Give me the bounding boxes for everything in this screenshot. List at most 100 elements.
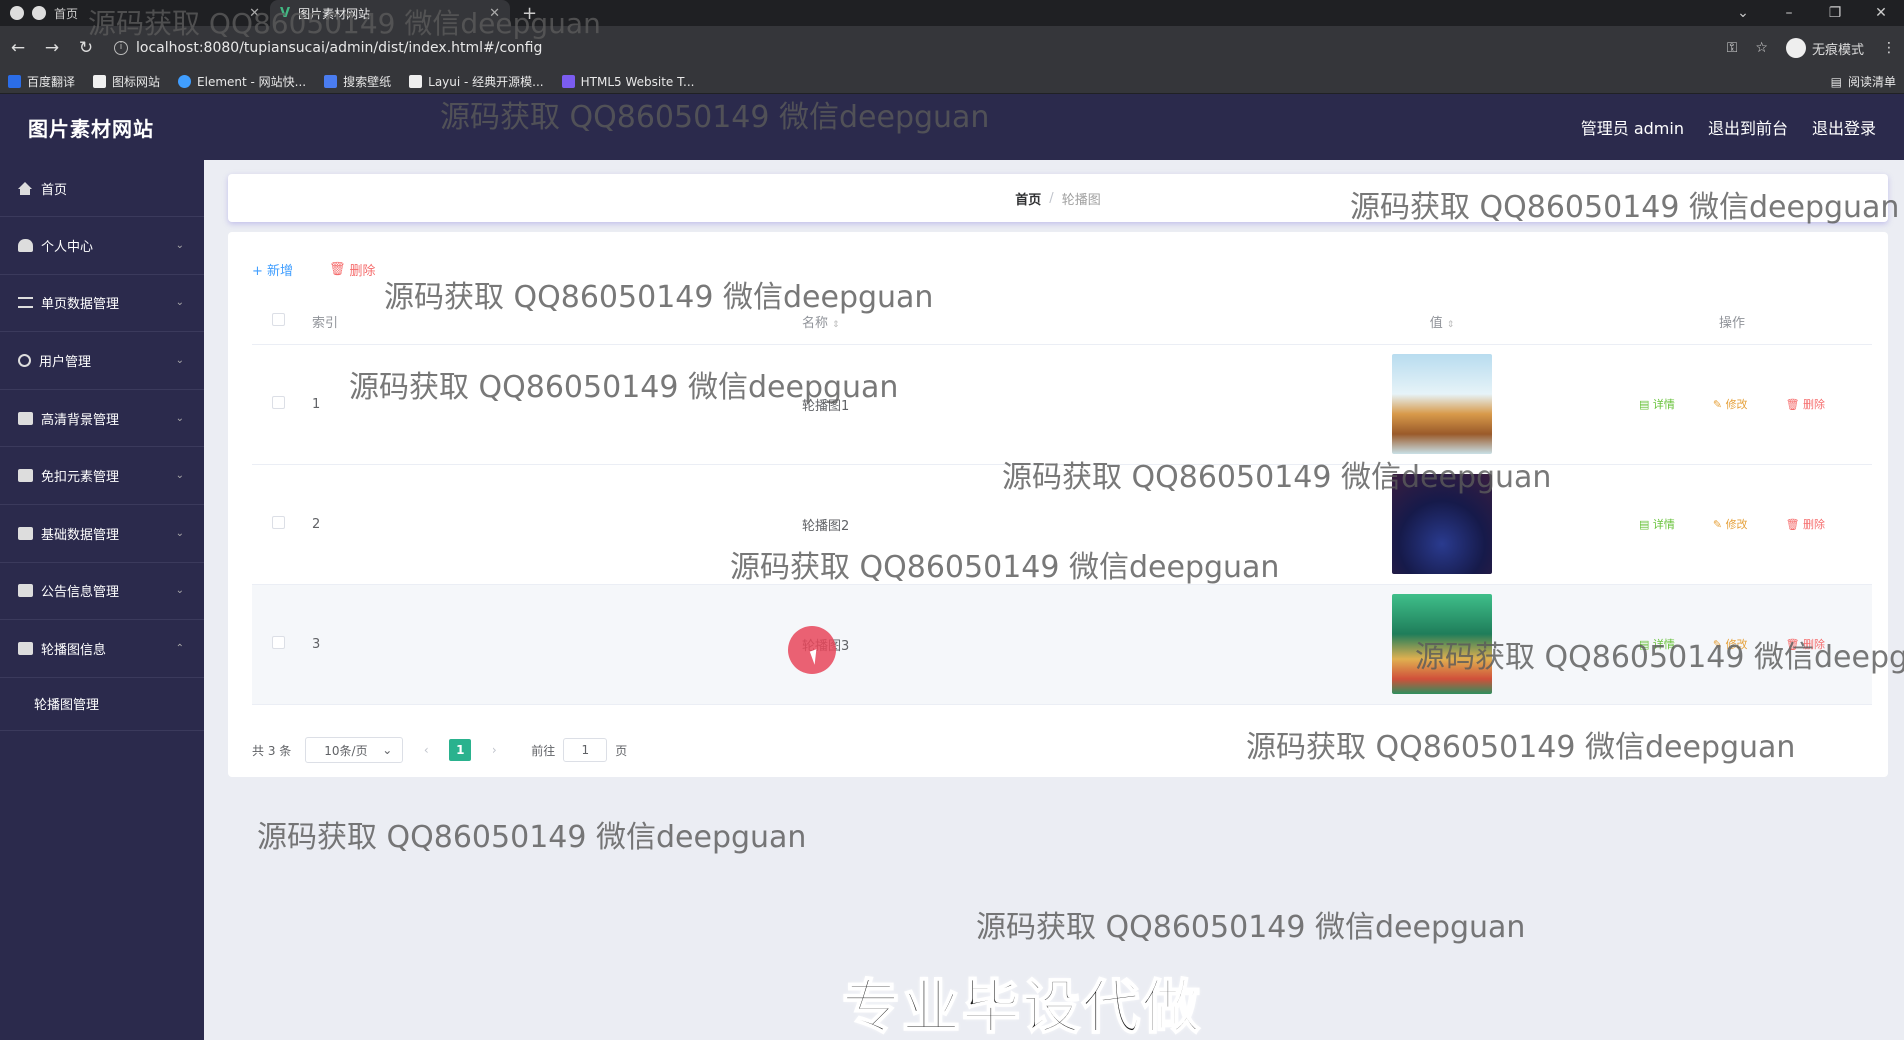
sidebar-item-elements[interactable]: 免扣元素管理 ⌄: [0, 447, 204, 505]
bookmark-item[interactable]: Element - 网站快...: [178, 73, 306, 90]
detail-button[interactable]: ▤ 详情: [1639, 396, 1675, 412]
header-value[interactable]: 值 ⇕: [1292, 300, 1592, 345]
chevron-down-icon: ⌄: [175, 354, 184, 366]
header-index: 索引: [312, 300, 742, 345]
sort-icon[interactable]: ⇕: [1447, 320, 1455, 330]
row-checkbox-cell: [252, 344, 312, 465]
new-tab-icon[interactable]: +: [510, 3, 549, 24]
next-page-icon[interactable]: ›: [485, 743, 503, 757]
detail-button[interactable]: ▤ 详情: [1639, 516, 1675, 532]
row-index: 3: [312, 584, 742, 705]
sidebar-item-home[interactable]: 首页: [0, 160, 204, 217]
chevron-down-icon: ⌄: [175, 585, 184, 597]
sidebar-item-label: 个人中心: [41, 239, 94, 255]
address-bar: ← → ↻ i localhost:8080/tupiansucai/admin…: [0, 26, 1904, 70]
sidebar-item-label: 轮播图信息: [41, 642, 107, 658]
sort-icon[interactable]: ⇕: [832, 320, 840, 330]
sidebar-item-personal[interactable]: 个人中心 ⌄: [0, 217, 204, 275]
edit-button[interactable]: ✎ 修改: [1713, 636, 1748, 652]
star-icon[interactable]: ☆: [1755, 40, 1768, 56]
incognito-badge[interactable]: 无痕模式: [1785, 38, 1864, 58]
bookmarks-bar: 百度翻译 图标网站 Element - 网站快... 搜索壁纸 Layui - …: [0, 70, 1904, 94]
row-delete-button[interactable]: 🗑 删除: [1786, 636, 1825, 652]
breadcrumb-home[interactable]: 首页: [1015, 189, 1041, 208]
row-checkbox[interactable]: [272, 635, 285, 649]
sidebar-subitem-carousel-manage[interactable]: 轮播图管理: [0, 677, 204, 731]
bookmark-label: 图标网站: [112, 75, 161, 89]
row-checkbox[interactable]: [272, 515, 285, 529]
bookmark-item[interactable]: 图标网站: [93, 73, 160, 90]
logout-link[interactable]: 退出登录: [1812, 115, 1876, 139]
pagination: 共 3 条 10条/页 ⌄ ‹ 1 › 前往 1 页: [252, 737, 627, 763]
browser-tab-active[interactable]: V 图片素材网站 ✕: [270, 0, 510, 26]
menu-icon[interactable]: ⋮: [1882, 40, 1896, 56]
close-tab-icon[interactable]: ✕: [249, 6, 260, 21]
sidebar-item-label: 公告信息管理: [41, 585, 120, 601]
sidebar-item-notices[interactable]: 公告信息管理 ⌄: [0, 563, 204, 621]
row-delete-button[interactable]: 🗑 删除: [1786, 396, 1825, 412]
data-table: 索引 名称 ⇕ 值 ⇕ 操作 1 轮播图1 ▤ 详情 ✎ 修改 🗑 删除 2 轮…: [252, 300, 1872, 705]
site-icon: [32, 6, 46, 20]
back-icon[interactable]: ←: [8, 38, 28, 58]
info-icon[interactable]: i: [114, 41, 128, 55]
reload-icon[interactable]: ↻: [76, 38, 96, 58]
url-text: localhost:8080/tupiansucai/admin/dist/in…: [136, 40, 543, 56]
list-icon: [18, 297, 33, 309]
row-ops: ▤ 详情 ✎ 修改 🗑 删除: [1592, 344, 1872, 465]
prev-page-icon[interactable]: ‹: [417, 743, 435, 757]
key-icon[interactable]: ⚿: [1727, 40, 1738, 56]
url-input[interactable]: i localhost:8080/tupiansucai/admin/dist/…: [110, 33, 1713, 63]
close-window-icon[interactable]: ✕: [1858, 5, 1904, 21]
row-checkbox[interactable]: [272, 395, 285, 409]
breadcrumb-current: 轮播图: [1061, 192, 1101, 208]
carousel-thumbnail[interactable]: [1392, 594, 1492, 694]
exit-to-front-link[interactable]: 退出到前台: [1708, 115, 1788, 139]
bookmark-label: HTML5 Website T...: [580, 74, 695, 89]
minimize-icon[interactable]: –: [1766, 5, 1812, 21]
close-tab-icon[interactable]: ✕: [489, 6, 500, 21]
sidebar-item-backgrounds[interactable]: 高清背景管理 ⌄: [0, 390, 204, 448]
bookmark-item[interactable]: 搜索壁纸: [324, 73, 391, 90]
vue-icon: V: [280, 5, 291, 21]
row-delete-button[interactable]: 🗑 删除: [1786, 516, 1825, 532]
page-size-select[interactable]: 10条/页 ⌄: [305, 737, 404, 763]
row-name: 轮播图1: [742, 344, 1292, 465]
sidebar-item-carousel[interactable]: 轮播图信息 ⌃: [0, 620, 204, 678]
header-name[interactable]: 名称 ⇕: [742, 300, 1292, 345]
bookmark-item[interactable]: HTML5 Website T...: [561, 74, 695, 89]
edit-button[interactable]: ✎ 修改: [1713, 516, 1748, 532]
clock-icon: [18, 353, 31, 367]
reading-list-label: 阅读清单: [1847, 75, 1896, 89]
bookmark-item[interactable]: 百度翻译: [8, 73, 75, 90]
select-all-checkbox[interactable]: [272, 313, 285, 327]
sidebar-item-users[interactable]: 用户管理 ⌄: [0, 332, 204, 390]
bookmark-item[interactable]: Layui - 经典开源模...: [409, 73, 544, 90]
goto-page-input[interactable]: 1: [563, 738, 608, 762]
reading-list-icon: ▤: [1830, 74, 1842, 89]
trash-icon: 🗑: [329, 262, 346, 277]
header-checkbox-cell: [252, 300, 312, 345]
reading-list[interactable]: ▤ 阅读清单: [1831, 73, 1896, 90]
sidebar-item-single-page[interactable]: 单页数据管理 ⌄: [0, 275, 204, 333]
restore-icon[interactable]: ❐: [1812, 5, 1858, 21]
chrome-icon: [10, 6, 24, 20]
forward-icon[interactable]: →: [42, 38, 62, 58]
page-number-current[interactable]: 1: [449, 739, 472, 761]
sidebar-item-label: 免扣元素管理: [41, 470, 120, 486]
user-icon: [18, 238, 33, 252]
table-row: 3 轮播图3 ▤ 详情 ✎ 修改 🗑 删除: [252, 584, 1872, 705]
add-button[interactable]: + 新增: [252, 260, 293, 279]
carousel-thumbnail[interactable]: [1392, 354, 1492, 454]
sidebar-item-label: 单页数据管理: [41, 297, 120, 313]
edit-button[interactable]: ✎ 修改: [1713, 396, 1748, 412]
header-name-label: 名称: [802, 316, 829, 332]
carousel-thumbnail[interactable]: [1392, 474, 1492, 574]
delete-button[interactable]: 🗑 删除: [329, 260, 376, 279]
sidebar-item-basic-data[interactable]: 基础数据管理 ⌄: [0, 505, 204, 563]
tab-search-icon[interactable]: ⌄: [1720, 5, 1766, 21]
table-toolbar: + 新增 🗑 删除: [252, 260, 376, 279]
sidebar-item-label: 高清背景管理: [41, 412, 120, 428]
browser-tab-home[interactable]: 首页 ✕: [0, 0, 270, 26]
detail-button[interactable]: ▤ 详情: [1639, 636, 1675, 652]
row-index: 1: [312, 344, 742, 465]
